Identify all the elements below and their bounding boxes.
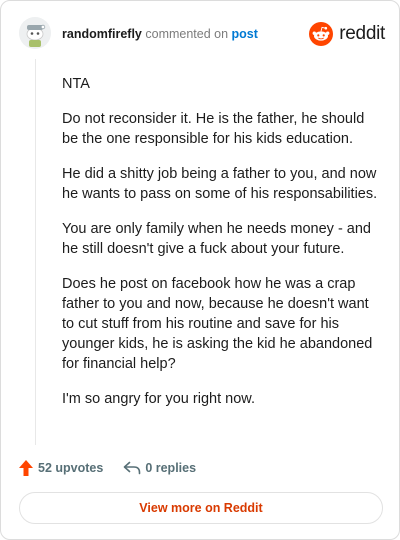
username[interactable]: randomfirefly [62, 27, 142, 41]
reddit-snoo-icon [309, 22, 334, 46]
post-link[interactable]: post [232, 27, 258, 41]
reply-arrow-icon [124, 461, 141, 475]
comment-paragraph: I'm so angry for you right now. [62, 391, 255, 407]
upvote-count: 52 upvotes [38, 461, 104, 475]
action-text: commented on [141, 27, 232, 41]
upvote-arrow-icon [19, 460, 33, 476]
reddit-logo[interactable]: reddit [309, 20, 385, 48]
upvote-button[interactable]: 52 upvotes [19, 460, 103, 476]
comment-paragraph: NTA [62, 76, 90, 92]
comment-actions: 52 upvotes 0 replies [19, 457, 196, 479]
comment-paragraph: Does he post on facebook how he was a cr… [62, 276, 373, 372]
user-avatar[interactable] [19, 17, 51, 49]
view-more-button[interactable]: View more on Reddit [19, 492, 383, 524]
comment-header: randomfirefly commented on post reddit [19, 17, 385, 51]
brand-wordmark: reddit [339, 23, 385, 44]
thread-line [35, 59, 36, 445]
comment-paragraph: You are only family when he needs money … [62, 221, 371, 257]
comment-paragraph: He did a shitty job being a father to yo… [62, 166, 378, 202]
comment-card: randomfirefly commented on post reddit N… [0, 0, 400, 540]
avatar-icon [19, 17, 51, 49]
reply-count: 0 replies [145, 461, 197, 475]
reply-button[interactable]: 0 replies [123, 461, 196, 475]
comment-meta: randomfirefly commented on post [62, 27, 258, 41]
comment-paragraph: Do not reconsider it. He is the father, … [62, 111, 365, 147]
comment-body: NTA Do not reconsider it. He is the fath… [62, 74, 380, 424]
